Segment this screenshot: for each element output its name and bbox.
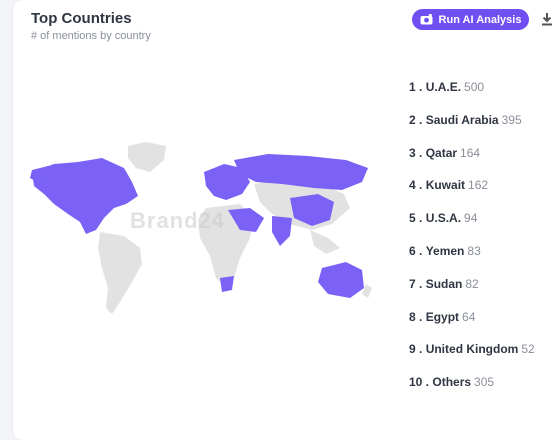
country-mention-count: 64 [462, 309, 476, 324]
map-russia [234, 154, 368, 190]
country-rank: 5 . [409, 211, 423, 226]
country-rank: 2 . [409, 112, 423, 127]
watermark: Brand24 [130, 208, 226, 233]
country-name: U.A.E. [425, 80, 462, 94]
country-mention-count: 305 [474, 375, 495, 390]
card-title: Top Countries [31, 10, 132, 27]
map-south-america [98, 232, 142, 314]
country-name: Others [432, 375, 472, 390]
country-rank: 3 . [409, 145, 423, 160]
country-mention-count: 82 [465, 276, 479, 291]
country-rank: 4 . [409, 178, 423, 193]
country-name: Qatar [425, 145, 458, 160]
run-ai-analysis-button[interactable]: Run AI Analysis [412, 9, 529, 30]
card-subtitle: # of mentions by country [31, 30, 151, 42]
country-rank: 6 . [409, 244, 423, 258]
camera-sparkle-icon [420, 14, 433, 25]
country-mention-count: 52 [521, 342, 535, 357]
country-rank: 7 . [409, 276, 423, 291]
country-name: Egypt [425, 309, 460, 324]
country-mention-count: 94 [464, 211, 478, 226]
country-name: U.S.A. [425, 211, 462, 226]
country-list-item: 9 . United Kingdom 52 [409, 342, 535, 356]
country-name: United Kingdom [425, 342, 519, 357]
country-name: Sudan [425, 276, 463, 291]
map-india [272, 216, 292, 246]
country-list-item: 3 . Qatar 164 [409, 146, 480, 160]
country-mention-count: 500 [464, 80, 485, 94]
country-rank: 9 . [409, 342, 423, 357]
map-south-africa [220, 276, 234, 292]
map-greenland [128, 142, 166, 172]
country-name: Kuwait [425, 178, 466, 193]
country-list-item: 6 . Yemen 83 [409, 244, 481, 258]
country-list-item: 7 . Sudan 82 [409, 277, 479, 291]
country-rank: 8 . [409, 309, 423, 324]
country-list-item: 10 . Others 305 [409, 375, 494, 389]
country-list-item: 1 . U.A.E. 500 [409, 80, 484, 94]
map-southeast-asia [310, 230, 340, 254]
country-list-item: 4 . Kuwait 162 [409, 178, 488, 192]
download-icon[interactable] [541, 12, 552, 26]
country-list-item: 2 . Saudi Arabia 395 [409, 113, 522, 127]
country-mention-count: 164 [460, 145, 481, 160]
country-list-item: 5 . U.S.A. 94 [409, 211, 477, 225]
country-rank: 10 . [409, 375, 430, 390]
map-australia [318, 262, 364, 298]
country-mention-count: 162 [468, 178, 489, 193]
run-ai-analysis-label: Run AI Analysis [438, 13, 522, 26]
country-rank: 1 . [409, 80, 423, 94]
country-name: Yemen [425, 244, 465, 258]
country-mention-count: 83 [467, 244, 481, 258]
country-mention-count: 395 [501, 112, 522, 127]
country-list-item: 8 . Egypt 64 [409, 310, 475, 324]
country-name: Saudi Arabia [425, 112, 499, 127]
